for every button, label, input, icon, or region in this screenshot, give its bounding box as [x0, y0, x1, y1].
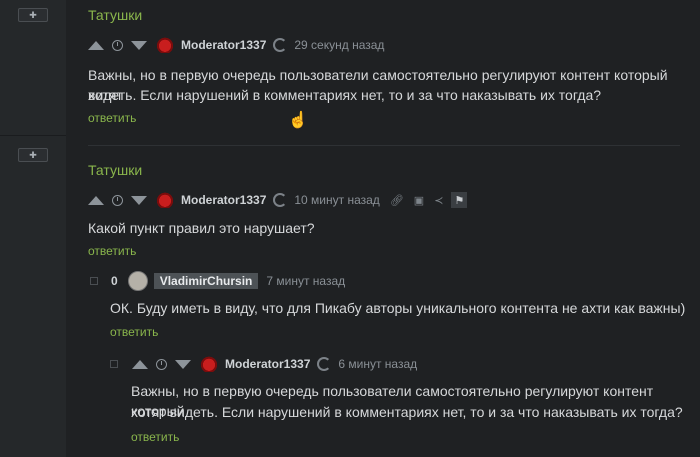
clock-icon [112, 194, 123, 206]
comment-author[interactable]: Moderator1337 [181, 38, 266, 52]
comment-text: видеть. Если нарушений в комментариях не… [88, 87, 602, 103]
avatar[interactable] [199, 356, 219, 372]
mouse-cursor-icon: ☝ [288, 112, 308, 129]
reply-link[interactable]: ответить [110, 325, 158, 339]
comment-time[interactable]: 7 минут назад [266, 274, 345, 288]
reply-link[interactable]: ответить [88, 111, 136, 125]
comment-meta: 0 VladimirChursin 7 минут назад [90, 271, 345, 291]
comment-author[interactable]: Moderator1337 [225, 357, 310, 371]
comment-text: ОК. Буду иметь в виду, что для Пикабу ав… [110, 300, 686, 316]
flag-icon[interactable]: ⚑ [451, 192, 468, 208]
sync-icon [273, 38, 288, 52]
comment-time[interactable]: 29 секунд назад [294, 38, 384, 52]
share-icon[interactable]: ≺ [434, 194, 443, 207]
upvote-icon[interactable] [88, 195, 104, 205]
link-icon[interactable]: 🔗︎ [390, 194, 404, 207]
comment-tag[interactable]: Татушки [88, 162, 142, 178]
comment-text: хотят видеть. Если нарушений в комментар… [131, 404, 683, 420]
comment-author[interactable]: VladimirChursin [153, 273, 259, 289]
sync-icon [317, 357, 332, 371]
comment-score: 0 [111, 274, 118, 288]
reply-link[interactable]: ответить [131, 430, 179, 444]
downvote-icon[interactable] [131, 40, 147, 50]
expand-thread-button[interactable]: ✚ [18, 148, 48, 162]
upvote-icon[interactable] [132, 359, 148, 369]
reply-link[interactable]: ответить [88, 244, 136, 258]
comment-divider [88, 145, 680, 146]
comment-time[interactable]: 10 минут назад [294, 193, 379, 207]
thread-sidebar: ✚ ✚ [0, 0, 66, 457]
avatar[interactable] [127, 271, 148, 291]
avatar[interactable] [155, 37, 175, 53]
plus-icon: ✚ [29, 150, 37, 160]
sync-icon [273, 193, 288, 207]
upvote-icon[interactable] [88, 40, 104, 50]
collapse-toggle[interactable] [110, 360, 118, 368]
comment-meta: Moderator1337 10 минут назад 🔗︎ ▣ ≺ ⚑ [88, 191, 468, 209]
plus-icon: ✚ [29, 10, 37, 20]
save-icon[interactable]: ▣ [414, 194, 424, 207]
comment-tag[interactable]: Татушки [88, 7, 142, 23]
downvote-icon[interactable] [175, 359, 191, 369]
avatar[interactable] [155, 192, 175, 208]
comment-text: Какой пункт правил это нарушает? [88, 220, 315, 236]
clock-icon [156, 358, 167, 370]
collapse-toggle[interactable] [90, 277, 98, 285]
expand-thread-button[interactable]: ✚ [18, 8, 48, 22]
comment-meta: Moderator1337 29 секунд назад [88, 36, 384, 54]
comment-meta: Moderator1337 6 минут назад [110, 355, 417, 373]
sidebar-divider [0, 135, 66, 136]
comment-author[interactable]: Moderator1337 [181, 193, 266, 207]
downvote-icon[interactable] [131, 195, 147, 205]
clock-icon [112, 39, 123, 51]
comment-time[interactable]: 6 минут назад [338, 357, 417, 371]
